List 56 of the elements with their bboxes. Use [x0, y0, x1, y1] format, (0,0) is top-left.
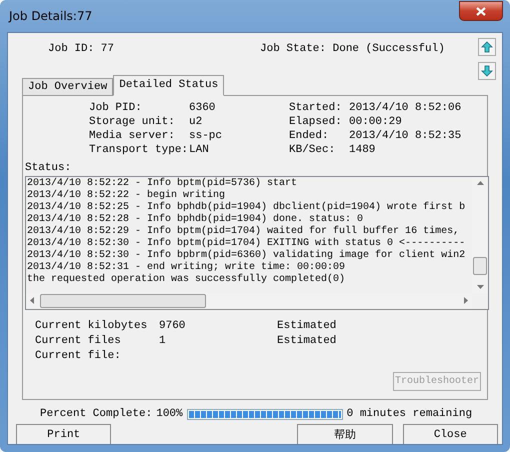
detail-label: Media server: — [89, 130, 176, 142]
log-line: 2013/4/10 8:52:30 - Info bptm(pid=1704) EXITING with status 0 <---------- — [27, 238, 466, 250]
close-icon — [476, 6, 486, 16]
scrollbar-thumb[interactable] — [40, 294, 206, 308]
log-line: 2013/4/10 8:52:22 - Info bptm(pid=5736) start — [27, 178, 298, 190]
up-arrow-icon — [481, 41, 493, 53]
caret-up-icon — [476, 180, 484, 185]
estimated-label: Estimated — [277, 320, 338, 332]
progress-label: Percent Complete: — [40, 408, 152, 420]
detail-value: 2013/4/10 8:52:06 — [349, 102, 462, 114]
scrollbar-thumb[interactable] — [473, 256, 487, 275]
dialog-button[interactable]: Print — [16, 424, 112, 444]
counter-value: 9760 — [159, 320, 186, 332]
caret-left-icon — [30, 297, 34, 304]
caret-right-icon — [464, 297, 468, 304]
detail-label: Ended: — [289, 130, 330, 142]
log-line: 2013/4/10 8:52:29 - Info bptm(pid=1704) waited for full buffer 16 times, — [27, 226, 460, 238]
estimated-label: Estimated — [277, 334, 338, 347]
detail-value: 00:00:29 — [349, 116, 403, 128]
detail-value: 6360 — [189, 102, 216, 114]
detail-label: Job PID: — [89, 102, 143, 114]
progress-percent: 100% — [156, 408, 183, 420]
dialog-button[interactable]: 帮助 — [297, 424, 393, 444]
close-button[interactable] — [459, 1, 503, 21]
job-id: Job ID: 77 — [48, 43, 116, 55]
detail-label: Storage unit: — [89, 116, 176, 128]
counter-label: Current files — [35, 334, 122, 347]
status-label: Status: — [24, 160, 72, 174]
detail-value: u2 — [189, 116, 204, 128]
detail-value: ss-pc — [189, 130, 224, 142]
counter-label: Current file: — [35, 350, 122, 362]
tab[interactable]: Detailed Status — [113, 74, 224, 96]
time-remaining: 0 minutes remaining — [346, 408, 472, 420]
counter-label: Current kilobytes — [35, 320, 148, 332]
detail-value: LAN — [189, 144, 210, 156]
detail-label: Started: — [289, 102, 343, 114]
log-line: 2013/4/10 8:52:22 - begin writing — [27, 190, 226, 202]
detail-value: 1489 — [349, 144, 376, 156]
tab[interactable]: Job Overview — [22, 78, 114, 96]
scroll-down-button[interactable] — [478, 62, 496, 80]
log-line: 2013/4/10 8:52:25 - Info bphdb(pid=1904) dbclient(pid=1904) wrote first b — [27, 202, 466, 214]
detail-label: Elapsed: — [289, 116, 343, 128]
log-line: 2013/4/10 8:52:28 - Info bphdb(pid=1904) done. status: 0 — [27, 214, 364, 226]
dialog-button[interactable]: Close — [402, 424, 498, 444]
window-title: Job Details:77 — [7, 9, 92, 23]
job-state: Job State: Done (Successful) — [260, 43, 445, 55]
log-line: 2013/4/10 8:52:30 - Info bpbrm(pid=6360) validating image for client win2 — [27, 250, 466, 262]
log-line: the requested operation was successfully completed(0) — [27, 274, 346, 286]
caret-down-icon — [476, 284, 484, 289]
detail-label: KB/Sec: — [289, 144, 336, 156]
log-line: 2013/4/10 8:52:31 - end writing; write time: 00:00:09 — [27, 262, 346, 274]
down-arrow-icon — [481, 65, 493, 77]
counter-value: 1 — [159, 334, 167, 347]
detail-label: Transport type: — [89, 144, 189, 156]
detail-value: 2013/4/10 8:52:35 — [349, 130, 462, 142]
scroll-up-button[interactable] — [478, 38, 496, 56]
